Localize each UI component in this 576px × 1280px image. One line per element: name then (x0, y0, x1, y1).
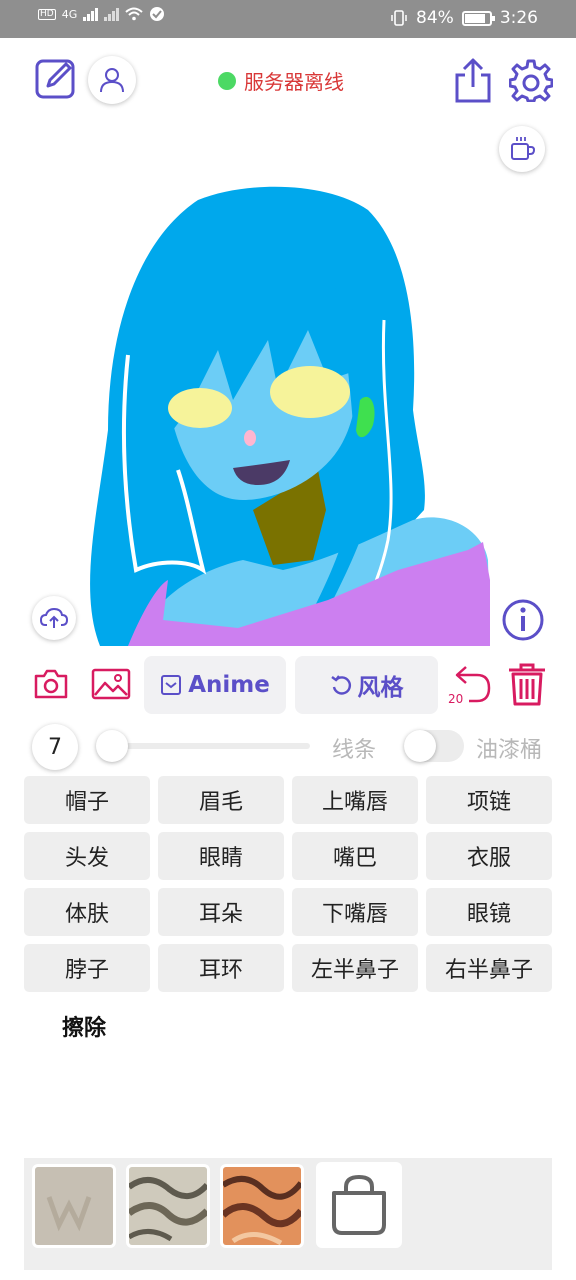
vibrate-icon (391, 10, 407, 26)
label-button[interactable]: 脖子 (24, 944, 150, 992)
label-button[interactable]: 眼镜 (426, 888, 552, 936)
shopping-bag-icon (332, 1174, 386, 1235)
coffee-button[interactable] (499, 126, 545, 172)
label-button[interactable]: 上嘴唇 (292, 776, 418, 824)
label-button[interactable]: 下嘴唇 (292, 888, 418, 936)
image-icon (91, 668, 131, 700)
paint-bucket-toggle[interactable] (404, 730, 464, 762)
texture-thumbnail[interactable] (220, 1164, 304, 1248)
clock: 3:26 (499, 8, 538, 28)
info-button[interactable] (500, 597, 546, 643)
drawing-canvas[interactable] (28, 180, 548, 646)
user-icon (100, 68, 124, 93)
signal-icon (83, 7, 99, 21)
nose (244, 430, 256, 446)
battery-percent: 84% (416, 8, 454, 28)
status-bar-left: HD 4G (38, 6, 165, 22)
texture-thumbnail[interactable] (32, 1164, 116, 1248)
left-eye (168, 388, 232, 428)
cloud-upload-icon (40, 607, 68, 628)
texture-thumbnail[interactable] (126, 1164, 210, 1248)
slider-track (104, 743, 310, 749)
label-button[interactable]: 左半鼻子 (292, 944, 418, 992)
anime-label: Anime (188, 672, 270, 698)
undo-count: 20 (448, 692, 464, 706)
battery-icon (461, 10, 495, 26)
frame-icon (161, 675, 182, 695)
wifi-icon (125, 7, 143, 21)
label-button[interactable]: 头发 (24, 832, 150, 880)
label-button[interactable]: 衣服 (426, 832, 552, 880)
settings-button[interactable] (508, 56, 554, 104)
texture-bar (24, 1158, 552, 1270)
undo-button[interactable]: 20 (446, 662, 494, 708)
signal-icon-secondary (104, 7, 120, 21)
right-eye (270, 366, 350, 418)
delete-button[interactable] (505, 660, 549, 708)
label-grid: 帽子 眉毛 上嘴唇 项链头发 眼睛 嘴巴 衣服体肤 耳朵 下嘴唇 眼镜脖子 耳环 左半鼻子 右半鼻子 (24, 776, 552, 992)
edit-button[interactable] (34, 56, 78, 100)
erase-button[interactable]: 擦除 (62, 1010, 106, 1042)
label-button[interactable]: 项链 (426, 776, 552, 824)
share-icon (455, 58, 491, 103)
image-button[interactable] (90, 664, 132, 704)
network-label: 4G (61, 7, 78, 21)
camera-button[interactable] (32, 664, 70, 704)
server-status-text: 服务器离线 (244, 70, 344, 94)
label-button[interactable]: 眼睛 (158, 832, 284, 880)
refresh-icon (330, 675, 351, 695)
status-bar-right: 84% 3:26 (390, 8, 538, 28)
label-button[interactable]: 右半鼻子 (426, 944, 552, 992)
label-button[interactable]: 嘴巴 (292, 832, 418, 880)
vpn-icon (150, 7, 165, 21)
user-button[interactable] (88, 56, 136, 104)
toggle-knob (404, 730, 436, 762)
edit-icon (35, 59, 75, 99)
label-button[interactable]: 耳环 (158, 944, 284, 992)
trash-icon (509, 663, 545, 706)
server-status: 服务器离线 (218, 66, 344, 95)
style-button[interactable]: 风格 (295, 656, 438, 714)
cloud-upload-button[interactable] (32, 596, 76, 640)
lines-mode-label[interactable]: 线条 (332, 732, 376, 764)
slider-knob[interactable] (96, 730, 128, 762)
label-button[interactable]: 帽子 (24, 776, 150, 824)
gear-icon (509, 59, 553, 102)
brush-size-slider[interactable] (96, 730, 310, 762)
hd-badge: HD (38, 8, 56, 20)
style-label: 风格 (357, 675, 404, 701)
server-status-dot (218, 71, 236, 90)
paint-bucket-label[interactable]: 油漆桶 (476, 732, 542, 764)
coffee-icon (511, 137, 536, 160)
anime-button[interactable]: Anime (144, 656, 286, 714)
texture-shop-button[interactable] (316, 1162, 402, 1248)
camera-icon (34, 669, 68, 699)
label-button[interactable]: 眉毛 (158, 776, 284, 824)
share-button[interactable] (452, 56, 494, 104)
brush-size-indicator[interactable]: 7 (32, 724, 78, 770)
label-button[interactable]: 耳朵 (158, 888, 284, 936)
label-button[interactable]: 体肤 (24, 888, 150, 936)
status-bar: HD 4G 84% 3:26 (0, 0, 576, 38)
info-icon (502, 599, 544, 641)
